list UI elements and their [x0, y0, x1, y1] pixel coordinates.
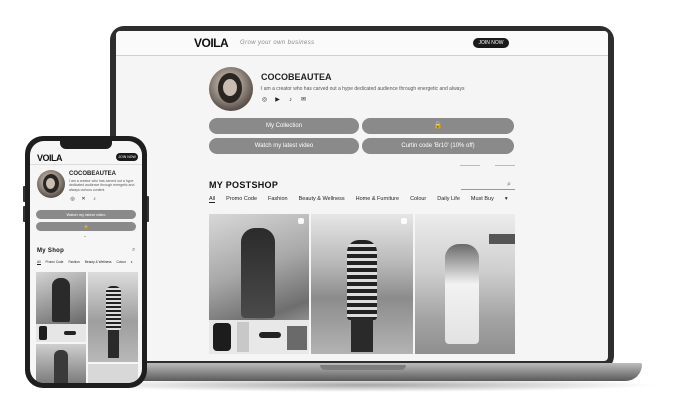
tab-must-buy[interactable]: Must Buy: [471, 196, 494, 203]
search-icon[interactable]: ⌕: [132, 247, 135, 254]
tab-fashion[interactable]: Fashion: [268, 196, 288, 203]
desktop-avatar: [209, 67, 253, 111]
mobile-logo[interactable]: VOILA: [37, 153, 63, 163]
twitter-icon[interactable]: ✕: [80, 196, 87, 203]
tab-home-furniture[interactable]: Home & Furniture: [356, 196, 399, 203]
instagram-icon[interactable]: ◎: [69, 196, 76, 203]
tab-all[interactable]: All: [37, 260, 41, 265]
mobile-post-tile-4[interactable]: [88, 364, 138, 383]
desktop-logo[interactable]: VOILA: [194, 36, 229, 50]
locked-link-button[interactable]: 🔒: [362, 118, 514, 134]
post-tile-2[interactable]: [311, 214, 413, 354]
tiktok-icon[interactable]: ♪: [91, 196, 98, 203]
lock-icon: 🔒: [83, 224, 89, 229]
desktop-category-tabs: All Promo Code Fashion Beauty & Wellness…: [209, 196, 508, 203]
shop-search-input[interactable]: [461, 189, 515, 190]
mail-icon[interactable]: ✉: [300, 97, 307, 104]
mobile-profile-bio: I am a creator who has carved out a hype…: [69, 179, 135, 192]
desktop-tagline: Grow your own business: [240, 40, 315, 46]
post-1-products: [209, 320, 309, 354]
tab-beauty-wellness[interactable]: Beauty & Wellness: [299, 196, 345, 203]
desktop-topbar: VOILA Grow your own business JOIN NOW: [116, 31, 608, 56]
mobile-page: VOILA JOIN NOW COCOBEAUTEA I am a creato…: [30, 141, 142, 383]
mobile-social-links: ◎ ✕ ♪: [69, 196, 98, 203]
post-2-figure: [347, 240, 377, 320]
mobile-shop-title: My Shop: [37, 248, 65, 254]
desktop-profile-name: COCOBEAUTEA: [261, 72, 332, 82]
post-tile-3[interactable]: [415, 214, 515, 354]
chevron-down-icon[interactable]: ▾: [131, 260, 133, 265]
postshop-title: MY POSTSHOP: [209, 180, 279, 190]
tab-fashion[interactable]: Fashion: [68, 260, 79, 265]
post-tile-1[interactable]: [209, 214, 309, 354]
promo-code-button[interactable]: Curtin code 'Br10' (10% off): [362, 138, 514, 154]
desktop-page: VOILA Grow your own business JOIN NOW CO…: [116, 31, 608, 361]
mobile-post-tile-1[interactable]: [36, 272, 86, 342]
mobile-post-tile-2[interactable]: [88, 272, 138, 362]
tab-beauty-wellness[interactable]: Beauty & Wellness: [85, 260, 112, 265]
chevron-down-icon[interactable]: ⌄: [83, 233, 87, 239]
tiktok-icon[interactable]: ♪: [287, 97, 294, 104]
phone-notch: [60, 141, 112, 149]
search-icon[interactable]: ⌕: [507, 181, 511, 189]
desktop-join-button[interactable]: JOIN NOW: [473, 38, 509, 48]
watch-video-button[interactable]: Watch my latest video: [209, 138, 359, 154]
lock-icon: 🔒: [433, 122, 443, 129]
post-1-figure: [241, 228, 275, 318]
mobile-category-tabs: All Promo Code Fashion Beauty & Wellness…: [37, 260, 133, 265]
tab-all[interactable]: All: [209, 196, 216, 203]
tab-daily-life[interactable]: Daily Life: [437, 196, 460, 203]
youtube-icon[interactable]: ▶: [274, 97, 281, 104]
chevron-down-icon[interactable]: ▾: [505, 196, 508, 203]
desktop-profile-bio: I am a creator who has carved out a hype…: [261, 86, 465, 92]
tab-promo-code[interactable]: Promo Code: [226, 196, 257, 203]
mobile-locked-link-button[interactable]: 🔒: [36, 222, 136, 231]
tab-promo-code[interactable]: Promo Code: [46, 260, 64, 265]
post-1-badge-icon: [298, 218, 304, 224]
desktop-social-links: ◎ ▶ ♪ ✉: [261, 97, 307, 104]
laptop-notch: [320, 365, 406, 370]
mobile-join-button[interactable]: JOIN NOW: [116, 153, 138, 161]
mobile-avatar: [37, 170, 65, 198]
my-collection-button[interactable]: My Collection: [209, 118, 359, 134]
instagram-icon[interactable]: ◎: [261, 97, 268, 104]
post-2-badge-icon: [401, 218, 407, 224]
prev-arrow[interactable]: [460, 165, 480, 166]
mobile-post-tile-3[interactable]: [36, 344, 86, 383]
mobile-watch-video-button[interactable]: Watch my latest video: [36, 210, 136, 219]
next-arrow[interactable]: [495, 165, 515, 166]
post-3-figure: [445, 244, 479, 344]
tab-colour[interactable]: Colour: [410, 196, 426, 203]
tab-colour[interactable]: Colour: [117, 260, 126, 265]
mobile-profile-name: COCOBEAUTEA: [69, 171, 117, 177]
